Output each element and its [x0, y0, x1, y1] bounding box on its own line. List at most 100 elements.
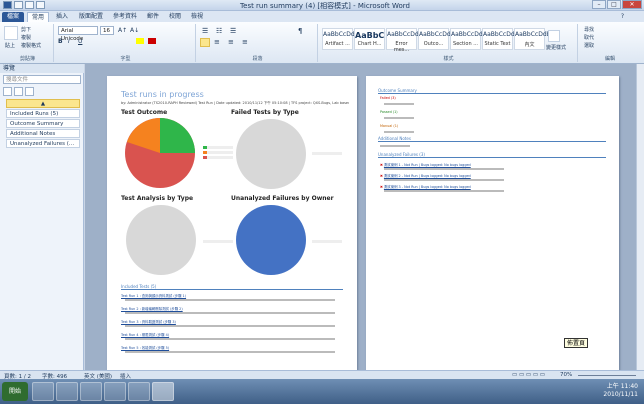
cut-button[interactable]: 剪下 — [21, 26, 31, 33]
change-styles-button[interactable]: 變更樣式 — [546, 44, 566, 51]
clock[interactable]: 上午 11:40 2010/11/11 — [603, 383, 638, 399]
font-size-select[interactable]: 16 — [100, 26, 114, 35]
pie-slice-passed — [160, 118, 195, 153]
numbering-icon[interactable]: ☷ — [216, 27, 222, 35]
test-run-link[interactable]: Test Run 3 : 資料驗證測試 (步驟 3) — [121, 320, 176, 324]
test-run-link[interactable]: Test Run 5 : 效能測試 (步驟 5) — [121, 346, 169, 350]
close-button[interactable]: ✕ — [622, 0, 642, 9]
tab-insert[interactable]: 插入 — [52, 12, 72, 22]
nav-item-unanalyzed-failures[interactable]: Unanalyzed Failures (... — [6, 139, 80, 148]
underline-icon[interactable]: U — [78, 38, 82, 45]
view-buttons[interactable]: ▭ ▭ ▭ ▭ ▭ — [512, 372, 545, 378]
tab-page-layout[interactable]: 版面配置 — [76, 12, 106, 22]
maximize-button[interactable]: □ — [607, 0, 621, 9]
tab-file[interactable]: 檔案 — [2, 12, 24, 22]
style-name: Section ... — [453, 41, 478, 47]
copy-button[interactable]: 複製 — [21, 34, 31, 41]
tab-references[interactable]: 參考資料 — [110, 12, 140, 22]
nav-view-tabs — [3, 87, 34, 96]
style-section[interactable]: AaBbCcDd Section ... — [450, 28, 483, 50]
nav-search-input[interactable]: 搜尋文件 — [3, 75, 81, 84]
style-name: Static Text — [484, 41, 511, 47]
pie-slice — [236, 205, 306, 275]
chart-legend — [203, 240, 233, 243]
styles-group-label: 樣式 — [443, 56, 454, 62]
zoom-slider[interactable] — [578, 375, 636, 376]
zoom-level[interactable]: 70% — [560, 372, 572, 378]
taskbar: 開始 上午 11:40 2010/11/11 — [0, 379, 644, 404]
highlight-icon[interactable] — [136, 38, 144, 44]
style-normal[interactable]: AaBbCcDdE 內文 — [514, 28, 550, 50]
minimize-button[interactable]: – — [592, 0, 606, 9]
taskbar-explorer-icon[interactable] — [80, 382, 102, 401]
nav-heading-root[interactable]: ▲ — [6, 99, 80, 108]
undo-icon[interactable] — [25, 1, 34, 9]
quick-access-toolbar — [3, 1, 45, 9]
taskbar-visual-studio-icon[interactable] — [104, 382, 126, 401]
editing-group: 尋找 取代 選取 編輯 — [580, 24, 640, 62]
nav-item-included-runs[interactable]: Included Runs (5) — [6, 109, 80, 118]
styles-group: AaBbCcDdE Artifact ... AaBbC Chart H... Aa… — [320, 24, 578, 62]
multilevel-list-icon[interactable]: ☰ — [230, 27, 236, 35]
align-center-icon[interactable]: ≡ — [214, 38, 220, 46]
taskbar-powershell-icon[interactable] — [56, 382, 78, 401]
navigation-pane: 導覽 搜尋文件 ▲ Included Runs (5) Outcome Summ… — [0, 64, 84, 370]
replace-button[interactable]: 取代 — [584, 34, 594, 41]
italic-icon[interactable]: I — [68, 38, 70, 45]
bold-icon[interactable]: B — [58, 38, 63, 45]
show-marks-icon[interactable]: ¶ — [298, 27, 302, 35]
justify-icon[interactable]: ≡ — [242, 38, 248, 46]
redo-icon[interactable] — [36, 1, 45, 9]
failure-link[interactable]: 測試案例 1 - Not Run | Bugs logged: No bugs … — [384, 163, 471, 167]
test-run-row: Test Run 3 : 資料驗證測試 (步驟 3) — [121, 319, 176, 324]
nav-pages-icon[interactable] — [14, 87, 23, 96]
align-left-icon[interactable] — [200, 38, 210, 47]
test-run-link[interactable]: Test Run 4 : 權限測試 (步驟 4) — [121, 333, 169, 337]
start-button[interactable]: 開始 — [2, 382, 28, 401]
byline: by: Administrator (TS2010-RAPH Reviewed)… — [121, 101, 349, 105]
change-styles-icon[interactable] — [548, 30, 560, 42]
nav-item-additional-notes[interactable]: Additional Notes — [6, 129, 80, 138]
bullets-icon[interactable]: ☰ — [202, 27, 208, 35]
paste-icon[interactable] — [4, 26, 18, 40]
style-outcome[interactable]: AaBbCcDdE Outco... — [418, 28, 454, 50]
failure-link[interactable]: 測試案例 3 - Not Run | Bugs logged: No bugs … — [384, 185, 471, 189]
outcome-failed: Failed (3) — [380, 96, 396, 100]
nav-item-outcome-summary[interactable]: Outcome Summary — [6, 119, 80, 128]
test-run-link[interactable]: Test Run 1 : 查詢與顯示資料測試 (步驟 1) — [121, 294, 186, 298]
taskbar-server-manager-icon[interactable] — [32, 382, 54, 401]
pie-slice — [236, 119, 306, 189]
taskbar-word-icon[interactable] — [152, 382, 174, 401]
vertical-scrollbar[interactable] — [636, 64, 644, 370]
outcome-passed: Passed (1) — [380, 110, 398, 114]
style-static-text[interactable]: AaBbCcDd Static Text — [482, 28, 515, 50]
font-name-select[interactable]: Arial Unicode — [58, 26, 98, 42]
grow-font-icon[interactable]: A↑ — [118, 27, 127, 34]
style-artifact[interactable]: AaBbCcDdE Artifact ... — [322, 28, 358, 50]
help-icon[interactable]: ? — [618, 12, 627, 22]
style-error-message[interactable]: AaBbCcDdE Error mes... — [386, 28, 422, 53]
word-icon[interactable] — [3, 1, 12, 9]
tab-home[interactable]: 常用 — [27, 12, 49, 22]
style-chart-heading[interactable]: AaBbC Chart H... — [354, 28, 385, 50]
find-button[interactable]: 尋找 — [584, 26, 594, 33]
style-preview: AaBbCcDd — [483, 31, 515, 38]
test-run-link[interactable]: Test Run 2 : 新增編輯刪除測試 (步驟 2) — [121, 307, 183, 311]
tab-mailings[interactable]: 郵件 — [144, 12, 162, 22]
select-button[interactable]: 選取 — [584, 42, 594, 49]
nav-headings-icon[interactable] — [3, 87, 12, 96]
align-right-icon[interactable]: ≡ — [228, 38, 234, 46]
taskbar-app-icon[interactable] — [128, 382, 150, 401]
font-color-icon[interactable] — [148, 38, 156, 44]
shrink-font-icon[interactable]: A↓ — [130, 27, 139, 34]
tab-view[interactable]: 檢視 — [188, 12, 206, 22]
row-detail — [384, 190, 504, 192]
window-controls: – □ ✕ — [591, 0, 642, 9]
tab-review[interactable]: 校閱 — [166, 12, 184, 22]
paste-button[interactable]: 貼上 — [5, 42, 15, 49]
failure-link[interactable]: 測試案例 2 - Not Run | Bugs logged: No bugs … — [384, 174, 471, 178]
format-painter-button[interactable]: 複製格式 — [21, 42, 41, 49]
nav-results-icon[interactable] — [25, 87, 34, 96]
window-title: Test run summary (4) [相容模式] - Microsoft … — [240, 2, 410, 10]
save-icon[interactable] — [14, 1, 23, 9]
